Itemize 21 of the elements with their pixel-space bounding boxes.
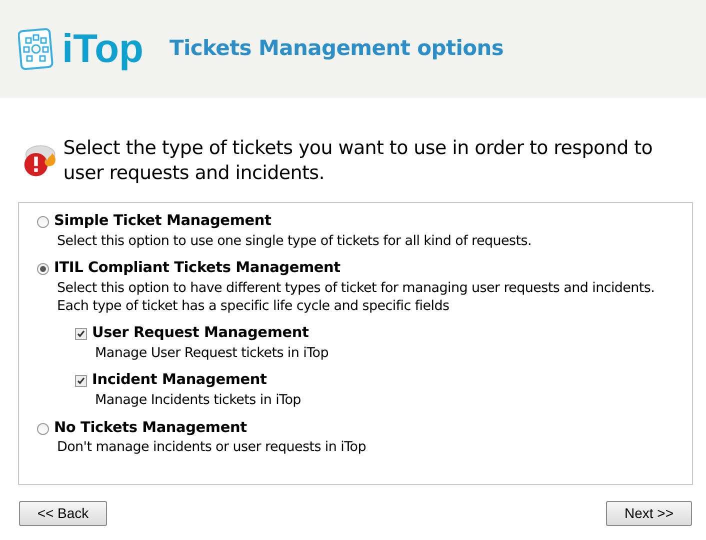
option-label: User Request Management: [92, 324, 309, 344]
back-button[interactable]: << Back: [19, 501, 107, 526]
next-button[interactable]: Next >>: [606, 501, 692, 526]
radio-button[interactable]: [37, 263, 49, 276]
option-label: ITIL Compliant Tickets Management: [54, 259, 340, 278]
logo-icon: [18, 27, 54, 71]
option-description: Select this option to have different types of ticket for managing user requests and incidents. Each type of ticket has a specific life cycle and specific fields: [57, 280, 656, 316]
option-label: Incident Management: [92, 371, 267, 390]
checkbox[interactable]: [75, 375, 87, 388]
option-description: Don't manage incidents or user requests in iTop: [57, 439, 367, 458]
option-description: Manage Incidents tickets in iTop: [95, 392, 302, 410]
logo-text: iTop: [62, 29, 144, 69]
option-description: Select this option to use one single type of tickets for all kind of requests.: [57, 232, 532, 250]
option-label: No Tickets Management: [54, 418, 247, 438]
radio-button[interactable]: [37, 422, 49, 435]
instruction-text: Select the type of tickets you want to use in order to respond to user requests and incidents.: [63, 136, 654, 186]
option-label: Simple Ticket Management: [54, 212, 272, 231]
page-title: Tickets Management options: [169, 35, 504, 62]
checkbox[interactable]: [75, 328, 87, 340]
radio-button[interactable]: [37, 216, 49, 228]
option-description: Manage User Request tickets in iTop: [95, 344, 330, 362]
